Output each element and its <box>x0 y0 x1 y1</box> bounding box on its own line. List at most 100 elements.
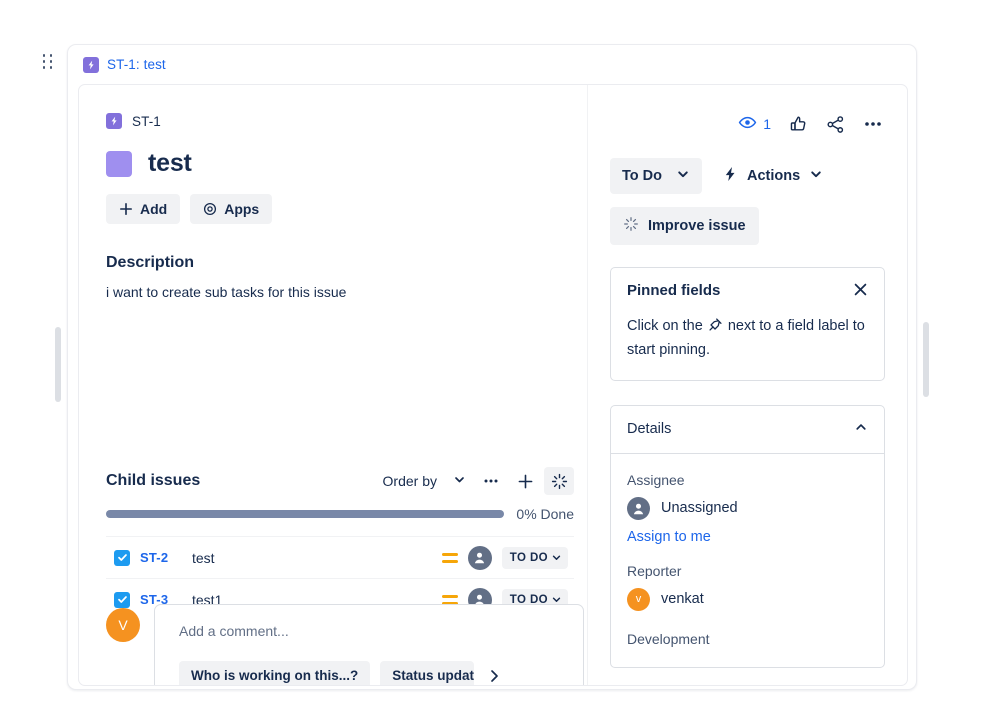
development-field: Development <box>627 629 868 649</box>
avatar[interactable]: V <box>106 608 140 642</box>
apps-icon <box>203 202 217 216</box>
status-dropdown-label: To Do <box>622 168 662 184</box>
status-dropdown[interactable]: To Do <box>610 158 702 194</box>
pinned-fields-body: Click on the next to a field label to st… <box>627 315 868 362</box>
add-button[interactable]: Add <box>106 194 180 224</box>
table-row[interactable]: ST-2 test TO DO <box>106 536 574 578</box>
issue-detail-panel: ST-1 test Add <box>78 84 908 686</box>
issue-action-buttons: Add Apps <box>106 194 587 224</box>
child-issues-toolbar: Order by <box>377 467 574 495</box>
comment-placeholder: Add a comment... <box>179 623 563 639</box>
pinned-fields-text-before: Click on the <box>627 318 703 334</box>
actions-dropdown-label: Actions <box>747 168 800 184</box>
chevron-down-icon <box>809 167 823 185</box>
pin-icon <box>708 317 723 339</box>
page-root: ST-1: test ST-1 test <box>0 0 999 716</box>
pinned-fields-title: Pinned fields <box>627 282 720 299</box>
sparkle-icon <box>551 473 568 490</box>
scrollbar-left[interactable] <box>55 327 61 402</box>
child-issue-summary[interactable]: test <box>192 550 432 566</box>
plus-icon <box>517 473 534 490</box>
subtask-lightning-icon <box>106 113 122 129</box>
progress-bar <box>106 510 504 518</box>
quick-reply-who-is-working[interactable]: Who is working on this...? <box>179 661 370 686</box>
page-title[interactable]: test <box>148 149 192 178</box>
eye-icon <box>738 113 757 135</box>
description-section: Description i want to create sub tasks f… <box>106 254 587 302</box>
assignee-field: Assignee Unassigned Assign to me <box>627 472 868 545</box>
development-label: Development <box>627 629 719 649</box>
details-title: Details <box>627 421 671 437</box>
more-horizontal-icon <box>483 473 499 489</box>
breadcrumb-link[interactable]: ST-1: test <box>107 57 166 72</box>
status-badge[interactable]: TO DO <box>502 547 568 569</box>
plus-icon <box>119 202 133 216</box>
avatar[interactable] <box>468 546 492 570</box>
chevron-right-icon[interactable] <box>486 668 502 684</box>
reporter-label: Reporter <box>627 563 868 579</box>
issue-card: ST-1: test ST-1 test <box>67 44 917 690</box>
assignee-value-row[interactable]: Unassigned <box>627 497 868 520</box>
scrollbar-right[interactable] <box>923 322 929 397</box>
actions-dropdown[interactable]: Actions <box>716 157 829 195</box>
more-horizontal-icon <box>863 114 883 134</box>
add-button-label: Add <box>140 202 167 216</box>
share-button[interactable] <box>826 115 845 134</box>
details-panel-header[interactable]: Details <box>611 406 884 454</box>
issue-toolbar: 1 <box>610 113 885 135</box>
reporter-value-row[interactable]: v venkat <box>627 588 868 611</box>
watch-count: 1 <box>763 116 771 132</box>
avatar: v <box>627 588 650 611</box>
chevron-down-icon <box>676 167 690 185</box>
reporter-field: Reporter v venkat <box>627 563 868 611</box>
apps-button-label: Apps <box>224 202 259 216</box>
more-actions-button[interactable] <box>863 114 883 134</box>
subtask-check-icon <box>114 550 130 566</box>
issue-main-column: ST-1 test Add <box>79 85 587 685</box>
assign-to-me-link[interactable]: Assign to me <box>627 529 868 545</box>
quick-reply-status-update[interactable]: Status update <box>380 661 474 686</box>
watch-button[interactable]: 1 <box>738 113 771 135</box>
like-button[interactable] <box>789 115 808 134</box>
issue-key[interactable]: ST-1 <box>132 114 161 129</box>
comment-input[interactable]: Add a comment... Who is working on this.… <box>154 604 584 686</box>
progress-label: 0% Done <box>516 506 574 522</box>
issue-status-actions: To Do Actions <box>610 157 885 195</box>
chevron-down-icon <box>551 552 562 563</box>
add-child-issue-button[interactable] <box>510 467 540 495</box>
person-icon <box>627 497 650 520</box>
order-by-dropdown[interactable]: Order by <box>377 469 472 493</box>
share-icon <box>826 115 845 134</box>
thumbs-up-icon <box>789 115 808 134</box>
issue-sidebar-column: 1 <box>587 85 907 685</box>
drag-handle-icon[interactable] <box>40 50 56 74</box>
child-issues-progress: 0% Done <box>106 506 574 522</box>
reporter-value: venkat <box>661 591 704 607</box>
priority-medium-icon <box>442 551 458 565</box>
improve-issue-button[interactable]: Improve issue <box>610 207 759 245</box>
comment-composer: V Add a comment... Who is working on thi… <box>106 604 584 686</box>
comment-quick-replies: Who is working on this...? Status update <box>179 661 563 686</box>
improve-issue-label: Improve issue <box>648 218 746 234</box>
breadcrumb: ST-1: test <box>68 45 916 84</box>
assignee-label: Assignee <box>627 472 868 488</box>
assignee-value: Unassigned <box>661 500 738 516</box>
issue-title-row: test <box>106 149 587 178</box>
issue-key-row: ST-1 <box>106 113 587 129</box>
details-panel: Details Assignee Unassign <box>610 405 885 668</box>
apps-button[interactable]: Apps <box>190 194 272 224</box>
child-issues-header: Child issues Order by <box>106 468 574 494</box>
order-by-label: Order by <box>383 473 437 489</box>
chevron-up-icon[interactable] <box>854 420 868 439</box>
details-panel-body: Assignee Unassigned Assign to me Reporte… <box>611 454 884 649</box>
description-body[interactable]: i want to create sub tasks for this issu… <box>106 282 587 302</box>
status-badge-label: TO DO <box>510 552 548 564</box>
child-issue-key[interactable]: ST-2 <box>140 550 182 565</box>
child-issues-section: Child issues Order by <box>106 468 574 620</box>
child-issues-heading: Child issues <box>106 472 200 490</box>
description-heading: Description <box>106 254 587 272</box>
lightning-icon <box>722 166 738 186</box>
child-issues-ai-button[interactable] <box>544 467 574 495</box>
close-icon[interactable] <box>853 282 868 301</box>
child-issues-more-button[interactable] <box>476 467 506 495</box>
